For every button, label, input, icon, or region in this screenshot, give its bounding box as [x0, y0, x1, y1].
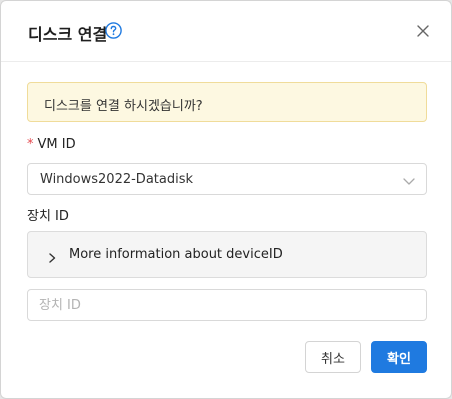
- device-id-info-text: More information about deviceID: [69, 247, 283, 262]
- dialog-title: 디스크 연결: [28, 25, 108, 44]
- required-mark: *: [27, 137, 34, 152]
- close-icon[interactable]: [413, 21, 433, 41]
- alert-message: 디스크를 연결 하시겠습니까?: [44, 99, 203, 114]
- device-id-info-collapse[interactable]: More information about deviceID: [27, 231, 427, 278]
- confirm-alert: 디스크를 연결 하시겠습니까?: [27, 82, 427, 122]
- attach-disk-dialog: 디스크 연결 디스크를 연결 하시겠습니까? * VM ID Windows202…: [0, 0, 452, 399]
- vm-id-selected-value: Windows2022-Datadisk: [40, 172, 194, 187]
- device-id-input[interactable]: [27, 289, 427, 321]
- cancel-button[interactable]: 취소: [305, 341, 361, 373]
- confirm-button[interactable]: 확인: [371, 341, 427, 373]
- question-circle-icon[interactable]: [105, 22, 122, 39]
- chevron-right-icon: [46, 249, 58, 263]
- vm-id-label-text: VM ID: [37, 137, 76, 152]
- device-id-label: 장치 ID: [27, 209, 69, 224]
- vm-id-select[interactable]: Windows2022-Datadisk: [27, 163, 427, 195]
- chevron-down-icon: [402, 173, 416, 187]
- dialog-header: 디스크 연결: [1, 1, 451, 62]
- vm-id-label: * VM ID: [27, 137, 76, 152]
